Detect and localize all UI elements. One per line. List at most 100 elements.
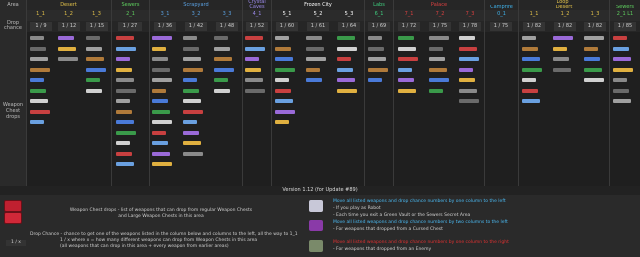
weapon-icon bbox=[553, 46, 567, 51]
weapon-icon bbox=[429, 57, 445, 61]
version-label: Version 1.12 (for Update #89) bbox=[0, 186, 640, 195]
weapon-icon bbox=[116, 78, 134, 82]
weapon-icon bbox=[337, 46, 357, 51]
weapon-icon bbox=[368, 57, 386, 61]
weapon-icon bbox=[337, 78, 355, 82]
column-divider bbox=[484, 0, 485, 186]
drop-chance-value: 1 / 52 bbox=[246, 22, 268, 31]
weapon-icon bbox=[275, 67, 295, 72]
weapon-icon bbox=[183, 120, 197, 124]
weapon-icon bbox=[459, 99, 479, 103]
weapon-icon bbox=[152, 151, 170, 156]
weapon-icon bbox=[398, 36, 414, 40]
weapon-icon bbox=[275, 120, 289, 124]
weapon-icon bbox=[86, 67, 106, 72]
level-2-1: 2_1 bbox=[126, 11, 135, 17]
weapon-icon bbox=[584, 46, 598, 51]
drop-chance-value: 1 / 48 bbox=[216, 22, 238, 31]
weapon-icon bbox=[398, 78, 414, 82]
weapon-icon bbox=[30, 88, 46, 93]
weapon-icon bbox=[116, 67, 132, 72]
level-7-3: 7_3 bbox=[465, 11, 475, 17]
weapon-icon bbox=[183, 151, 203, 156]
drop-chance-value: 1 / 75 bbox=[429, 22, 451, 31]
weapon-icon bbox=[275, 57, 293, 61]
zone-frozen-city: Frozen City bbox=[304, 2, 332, 8]
weapon-icon bbox=[116, 88, 136, 93]
level-7-1: 7_1 bbox=[404, 11, 414, 17]
weapon-icon bbox=[275, 99, 293, 103]
weapon-icon bbox=[58, 57, 78, 61]
level-3-1: 3_1 bbox=[160, 11, 170, 17]
drop-chance-row: Drop chance 1 / 9 1 / 12 1 / 15 1 / 27 1… bbox=[0, 21, 640, 32]
drop-chance-value: 1 / 85 bbox=[614, 22, 636, 31]
drop-fraction-label: 1 / x bbox=[6, 240, 26, 246]
robot-legend-title: Move all listed weapons and drop chance … bbox=[333, 199, 506, 204]
weapon-chest-grid: Weapon Chest drops bbox=[0, 32, 640, 186]
weapon-icon bbox=[522, 99, 540, 103]
level-loop-1-2: 1_2 bbox=[560, 11, 570, 17]
weapon-icon bbox=[152, 78, 172, 82]
weapon-icon bbox=[245, 78, 263, 82]
zone-scrapyard: Scrapyard bbox=[183, 2, 209, 8]
weapon-icon bbox=[214, 67, 234, 72]
weapon-icon bbox=[337, 67, 353, 72]
weapon-icon bbox=[429, 36, 449, 40]
weapon-icon bbox=[86, 46, 102, 51]
weapon-icon bbox=[183, 109, 203, 114]
weapon-icon bbox=[58, 36, 74, 40]
weapon-icon bbox=[152, 36, 172, 40]
drop-chance-value: 1 / 15 bbox=[86, 22, 108, 31]
weapon-icon bbox=[30, 109, 50, 114]
weapon-icon bbox=[613, 46, 629, 51]
weapon-icon bbox=[368, 67, 388, 72]
weapon-icon bbox=[275, 78, 289, 82]
weapon-icon bbox=[183, 36, 197, 40]
area-label: Area bbox=[0, 0, 26, 10]
large-weapon-chest-icon bbox=[4, 212, 22, 224]
weapon-icon bbox=[522, 67, 542, 72]
weapon-icon bbox=[116, 130, 136, 135]
weapon-icon bbox=[86, 57, 104, 61]
weapon-icon bbox=[613, 88, 629, 93]
weapon-icon bbox=[368, 36, 382, 40]
weapon-icon bbox=[245, 88, 265, 93]
weapon-icon bbox=[245, 57, 259, 61]
drop-chance-value: 1 / 69 bbox=[368, 22, 390, 31]
weapon-icon bbox=[429, 88, 443, 93]
column-divider bbox=[364, 0, 365, 186]
zone-header-row: Area Desert Sewers Scrapyard Crystal Cav… bbox=[0, 0, 640, 10]
drop-chance-value: 1 / 82 bbox=[554, 22, 576, 31]
weapon-icon bbox=[306, 36, 322, 40]
weapon-icon bbox=[214, 46, 230, 51]
weapon-icon bbox=[245, 36, 263, 40]
drop-chance-value: 1 / 60 bbox=[276, 22, 298, 31]
weapon-icon bbox=[214, 88, 230, 93]
weapon-icon bbox=[86, 36, 100, 40]
drop-chance-value: 1 / 12 bbox=[58, 22, 80, 31]
cursed-legend-title: Move all listed weapons and drop chance … bbox=[333, 220, 508, 225]
weapon-icon bbox=[152, 67, 170, 72]
weapon-icon bbox=[522, 88, 538, 93]
weapon-icon bbox=[214, 36, 228, 40]
level-3-2: 3_2 bbox=[191, 11, 201, 17]
weapon-icon bbox=[152, 109, 170, 114]
weapon-icon bbox=[459, 57, 479, 61]
weapon-chest-label: Weapon Chest drops bbox=[0, 32, 26, 186]
weapon-icon bbox=[584, 67, 602, 72]
weapon-icon bbox=[30, 78, 44, 82]
weapon-icon bbox=[459, 67, 473, 72]
column-divider bbox=[609, 0, 610, 186]
column-divider bbox=[518, 0, 519, 186]
robot-icon bbox=[309, 200, 323, 212]
weapon-icon bbox=[116, 46, 136, 51]
column-divider bbox=[111, 0, 112, 186]
weapon-icon bbox=[368, 78, 382, 82]
weapon-icon bbox=[30, 57, 48, 61]
cursed-legend-sub: - For weapons that dropped from a Cursed… bbox=[333, 227, 443, 232]
enemy-icon bbox=[309, 240, 323, 252]
weapon-icon bbox=[553, 67, 571, 72]
drop-chance-value: 1 / 61 bbox=[307, 22, 329, 31]
weapon-icon bbox=[183, 78, 197, 82]
weapon-icon bbox=[183, 141, 201, 145]
